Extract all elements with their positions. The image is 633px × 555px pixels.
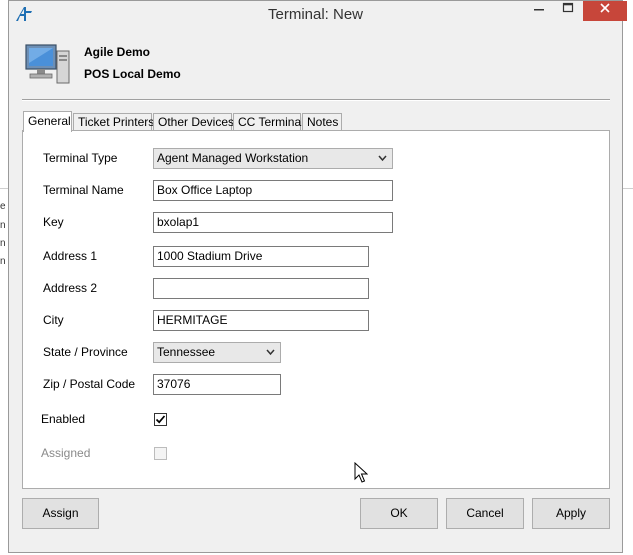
organization-name: Agile Demo (84, 45, 151, 59)
background-text: n (0, 238, 6, 249)
maximize-button[interactable] (555, 1, 581, 21)
tab-cc-terminal[interactable]: CC Terminal (233, 113, 304, 131)
minimize-icon (534, 9, 544, 11)
chevron-down-icon (378, 155, 387, 162)
terminal-type-select[interactable]: Agent Managed Workstation (153, 148, 393, 169)
zip-input[interactable]: 37076 (153, 374, 281, 395)
background-text: n (0, 220, 6, 231)
tab-other-devices[interactable]: Other Devices (153, 113, 234, 131)
title-bar[interactable]: Terminal: New (9, 1, 627, 28)
tab-ticket-printers[interactable]: Ticket Printers (73, 113, 154, 131)
chevron-down-icon (266, 349, 275, 356)
computer-terminal-icon (25, 44, 70, 84)
background-text: n (0, 256, 6, 267)
mouse-pointer-icon (354, 462, 368, 483)
key-input[interactable]: bxolap1 (153, 212, 393, 233)
assigned-checkbox (154, 447, 167, 460)
assigned-label: Assigned (41, 446, 91, 460)
address2-label: Address 2 (43, 281, 98, 295)
enabled-label: Enabled (41, 412, 86, 426)
background-divider-right (623, 188, 633, 189)
enabled-checkbox[interactable] (154, 413, 167, 426)
minimize-button[interactable] (526, 1, 552, 21)
cancel-button[interactable]: Cancel (446, 498, 524, 529)
tab-general[interactable]: General (23, 111, 72, 132)
key-label: Key (43, 215, 64, 229)
tab-notes[interactable]: Notes (302, 113, 342, 131)
assign-button[interactable]: Assign (22, 498, 99, 529)
terminal-name-input[interactable]: Box Office Laptop (153, 180, 393, 201)
close-icon (600, 3, 610, 13)
general-tab-panel: Terminal Type Agent Managed Workstation … (22, 130, 610, 489)
maximize-icon (562, 2, 574, 13)
location-name: POS Local Demo (84, 67, 181, 81)
state-label: State / Province (43, 345, 128, 359)
state-value: Tennessee (157, 345, 216, 359)
address1-label: Address 1 (43, 249, 98, 263)
terminal-dialog: Terminal: New Agile Demo POS Local Demo … (8, 0, 627, 553)
close-button[interactable] (583, 1, 627, 21)
state-select[interactable]: Tennessee (153, 342, 281, 363)
apply-button[interactable]: Apply (532, 498, 610, 529)
terminal-type-value: Agent Managed Workstation (157, 151, 309, 165)
terminal-type-label: Terminal Type (43, 151, 118, 165)
terminal-name-label: Terminal Name (43, 183, 124, 197)
city-label: City (43, 313, 64, 327)
ok-button[interactable]: OK (360, 498, 438, 529)
background-text: e (0, 201, 6, 212)
address1-input[interactable]: 1000 Stadium Drive (153, 246, 369, 267)
address2-input[interactable] (153, 278, 369, 299)
checkmark-icon (155, 415, 166, 424)
header-separator (22, 99, 610, 101)
zip-label: Zip / Postal Code (43, 377, 136, 391)
city-input[interactable]: HERMITAGE (153, 310, 369, 331)
